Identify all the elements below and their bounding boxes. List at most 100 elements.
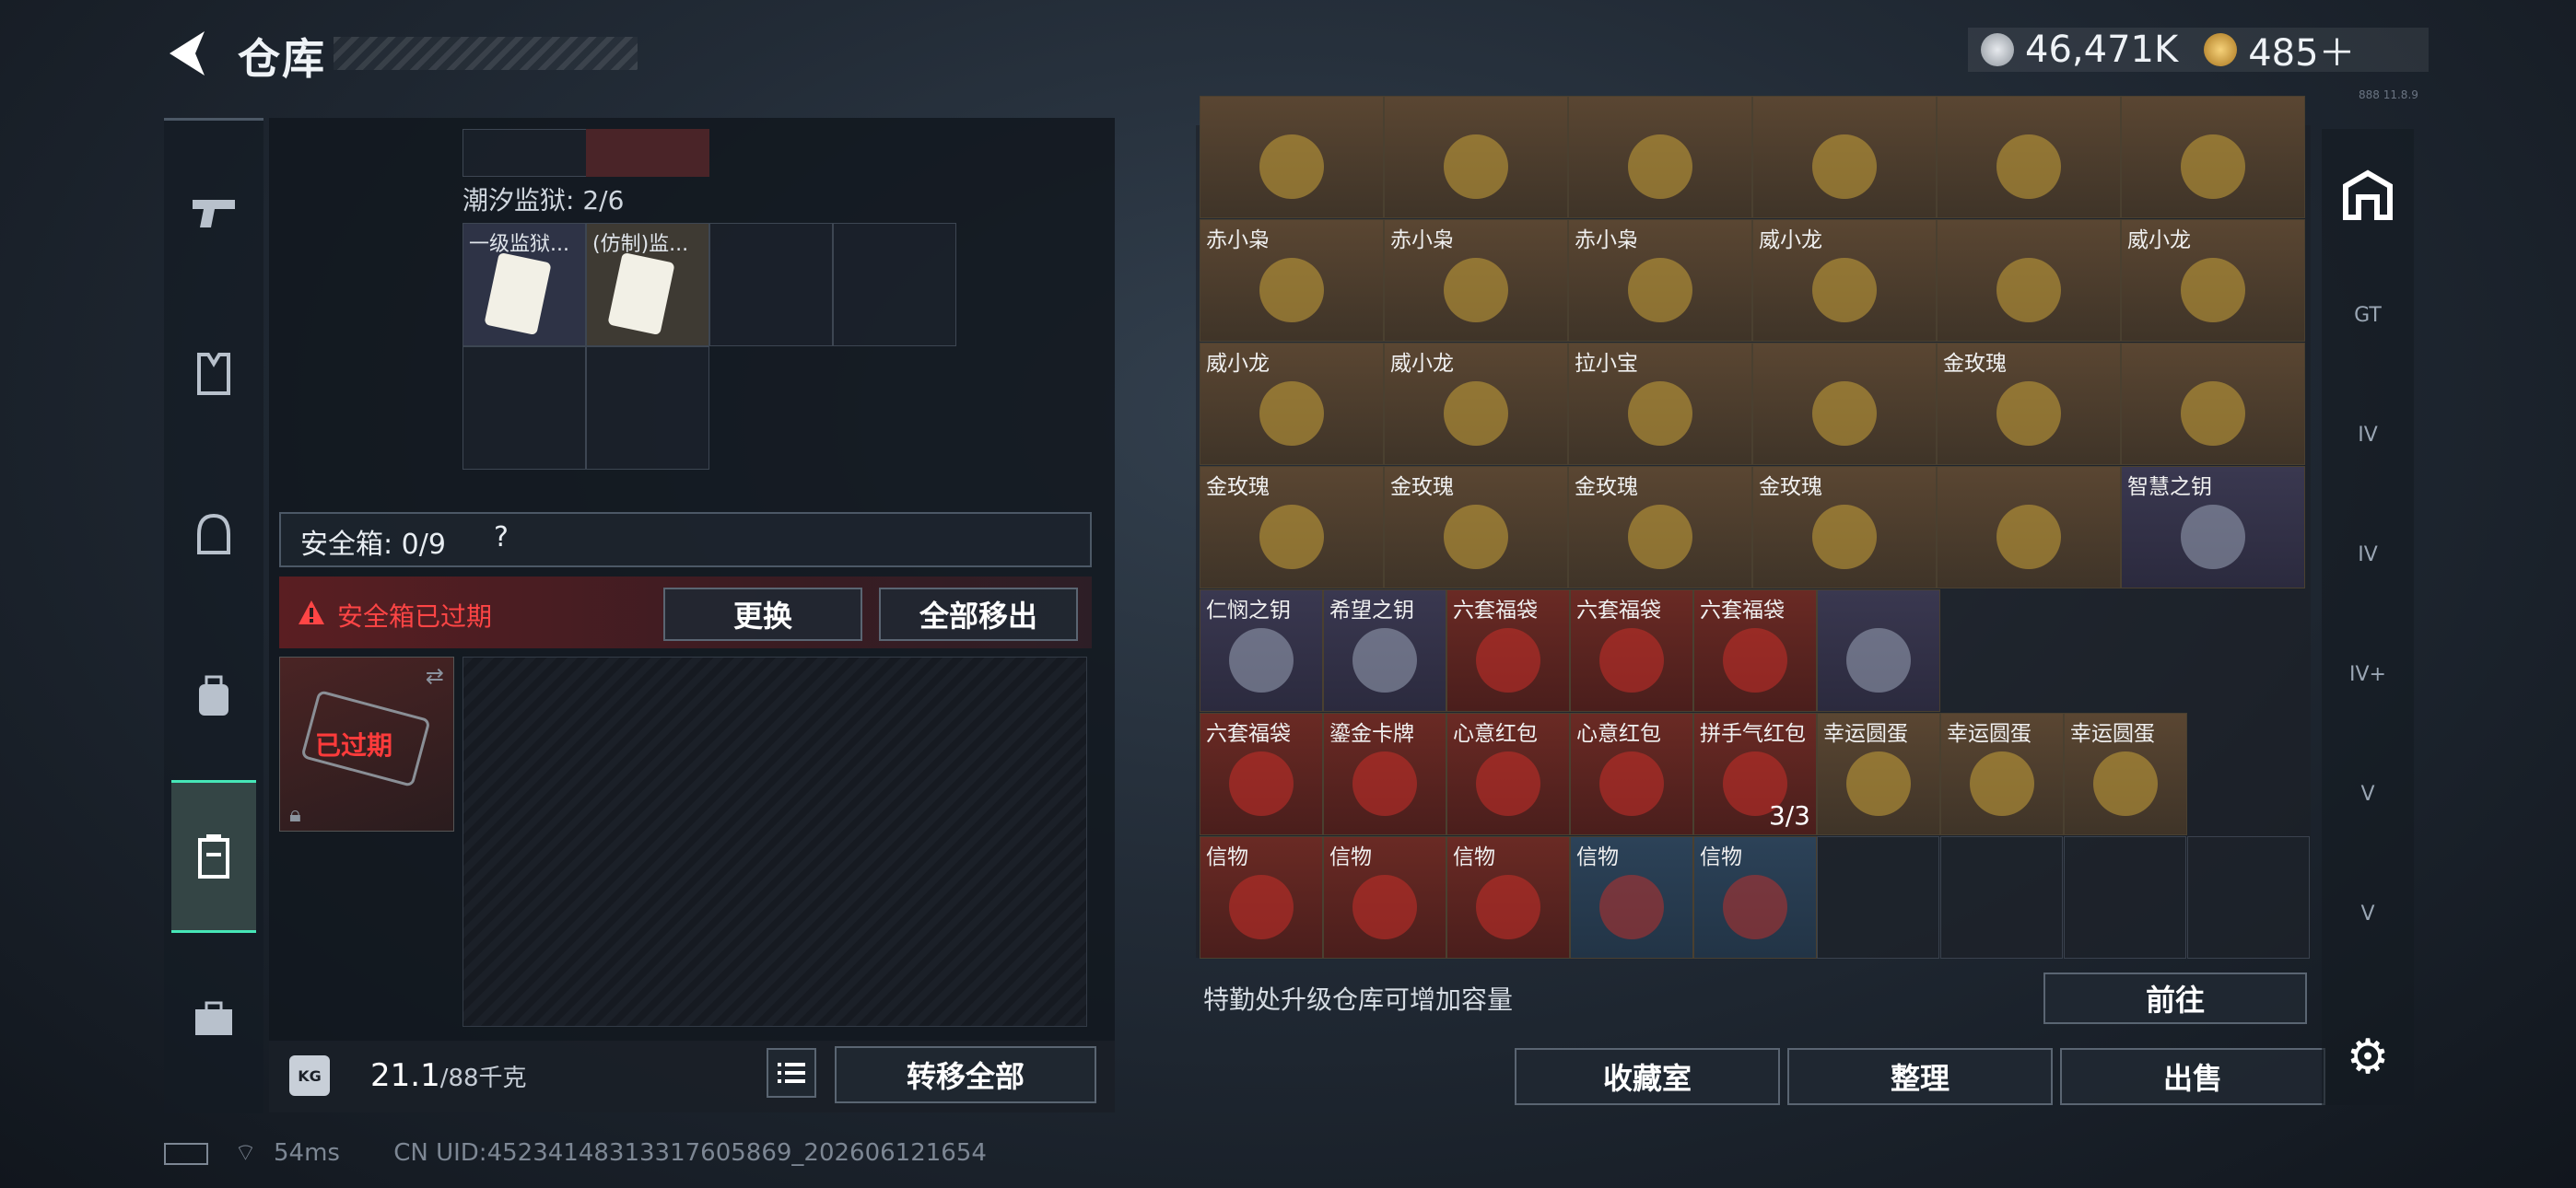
- collection-button[interactable]: 收藏室: [1515, 1048, 1780, 1105]
- toolbox-icon[interactable]: [171, 945, 256, 1092]
- storage-item[interactable]: [1200, 96, 1384, 218]
- prison-card-1[interactable]: 一级监狱...: [463, 223, 586, 346]
- storage-item[interactable]: 拉小宝: [1568, 343, 1752, 465]
- storage-item[interactable]: [1937, 96, 2121, 218]
- item-cell-top-red[interactable]: [586, 129, 709, 177]
- storage-item[interactable]: [2121, 343, 2305, 465]
- storage-item[interactable]: 幸运圆蛋: [1940, 713, 2064, 835]
- safebox-tab[interactable]: [171, 780, 256, 933]
- list-icon: [778, 1063, 805, 1083]
- move-all-button[interactable]: 全部移出: [879, 588, 1078, 641]
- prison-slot[interactable]: [463, 346, 586, 470]
- upgrade-hint: 特勤处升级仓库可增加容量: [1203, 984, 1514, 1015]
- storage-item[interactable]: 智慧之钥: [2121, 466, 2305, 588]
- replace-button[interactable]: 更换: [663, 588, 862, 641]
- armor-icon[interactable]: [171, 300, 256, 448]
- prison-card-2[interactable]: (仿制)监...: [586, 223, 709, 346]
- helmet-icon[interactable]: [171, 461, 256, 609]
- category-sidebar: [164, 118, 263, 1113]
- storage-item[interactable]: 赤小枭: [1568, 219, 1752, 342]
- storage-item[interactable]: 金玫瑰: [1200, 466, 1384, 588]
- prison-slot[interactable]: [833, 223, 956, 346]
- pistol-icon[interactable]: [171, 139, 256, 286]
- storage-item-label: 信物: [1453, 845, 1495, 869]
- storage-item[interactable]: 金玫瑰: [1937, 343, 2121, 465]
- tab-v-2[interactable]: V: [2333, 879, 2403, 949]
- safebox-icon: [198, 834, 229, 879]
- storage-item[interactable]: 心意红包: [1446, 713, 1570, 835]
- settings-gear-icon[interactable]: ⚙: [2333, 1022, 2403, 1092]
- storage-item-label: 赤小枭: [1390, 228, 1454, 252]
- back-button[interactable]: [164, 28, 210, 79]
- storage-empty-slot[interactable]: [1940, 836, 2063, 959]
- storage-item[interactable]: 拼手气红包 3/3: [1693, 713, 1817, 835]
- storage-empty-slot[interactable]: [1817, 836, 1939, 959]
- storage-item[interactable]: [1817, 589, 1940, 712]
- backpack-icon[interactable]: [171, 623, 256, 770]
- storage-item[interactable]: 心意红包: [1570, 713, 1693, 835]
- storage-item[interactable]: 六套福袋: [1693, 589, 1817, 712]
- transfer-all-button[interactable]: 转移全部: [835, 1046, 1096, 1103]
- storage-item[interactable]: 六套福袋: [1200, 713, 1323, 835]
- item-art: [2181, 134, 2245, 199]
- storage-item[interactable]: [1384, 96, 1568, 218]
- storage-item[interactable]: 幸运圆蛋: [2064, 713, 2187, 835]
- storage-item[interactable]: [1752, 343, 1937, 465]
- prison-label: 潮汐监狱: 2/6: [463, 185, 625, 215]
- tab-gt[interactable]: GT: [2333, 280, 2403, 350]
- tab-iv-plus[interactable]: IV+: [2333, 639, 2403, 709]
- storage-item[interactable]: 六套福袋: [1446, 589, 1570, 712]
- storage-empty-slot[interactable]: [2187, 836, 2310, 959]
- safebox-label: 安全箱: 0/9: [300, 529, 446, 561]
- storage-item[interactable]: [1937, 219, 2121, 342]
- storage-item[interactable]: 信物: [1446, 836, 1570, 959]
- storage-item[interactable]: 信物: [1323, 836, 1446, 959]
- item-art: [1352, 874, 1417, 939]
- storage-empty-slot[interactable]: [2064, 836, 2186, 959]
- storage-item[interactable]: 信物: [1200, 836, 1323, 959]
- prison-slot[interactable]: [586, 346, 709, 470]
- storage-item[interactable]: 信物: [1693, 836, 1817, 959]
- storage-item-label: 金玫瑰: [1943, 352, 2007, 376]
- tab-iv-1[interactable]: IV: [2333, 400, 2403, 470]
- storage-item[interactable]: [1937, 466, 2121, 588]
- item-art: [1996, 504, 2061, 569]
- gold-currency-value[interactable]: 485＋: [2248, 23, 2355, 76]
- list-view-button[interactable]: [767, 1048, 816, 1098]
- prison-slot[interactable]: [709, 223, 833, 346]
- item-art: [1628, 380, 1692, 446]
- storage-item[interactable]: 威小龙: [1200, 343, 1384, 465]
- storage-item[interactable]: 威小龙: [2121, 219, 2305, 342]
- organize-button[interactable]: 整理: [1787, 1048, 2053, 1105]
- storage-item[interactable]: [2121, 96, 2305, 218]
- storage-item[interactable]: 鎏金卡牌: [1323, 713, 1446, 835]
- help-icon[interactable]: ?: [494, 521, 509, 553]
- storage-home-icon[interactable]: [2333, 160, 2403, 230]
- storage-item-label: 仁悯之钥: [1206, 599, 1291, 623]
- sell-button[interactable]: 出售: [2060, 1048, 2325, 1105]
- storage-item[interactable]: [1752, 96, 1937, 218]
- storage-item[interactable]: 金玫瑰: [1384, 466, 1568, 588]
- storage-item[interactable]: [1568, 96, 1752, 218]
- storage-item[interactable]: 希望之钥: [1323, 589, 1446, 712]
- storage-item[interactable]: 赤小枭: [1384, 219, 1568, 342]
- tab-iv-2[interactable]: IV: [2333, 519, 2403, 589]
- goto-button[interactable]: 前往: [2043, 973, 2307, 1024]
- tab-v-1[interactable]: V: [2333, 759, 2403, 829]
- storage-item[interactable]: 幸运圆蛋: [1817, 713, 1940, 835]
- storage-item[interactable]: 金玫瑰: [1752, 466, 1937, 588]
- expired-notice: 安全箱已过期: [337, 601, 493, 632]
- safebox-item[interactable]: 已过期 ⇄ 🔒︎: [279, 657, 454, 832]
- storage-item-label: 信物: [1576, 845, 1619, 869]
- swap-icon[interactable]: ⇄: [426, 663, 444, 689]
- item-art: [1812, 134, 1877, 199]
- storage-item[interactable]: 仁悯之钥: [1200, 589, 1323, 712]
- storage-item[interactable]: 威小龙: [1752, 219, 1937, 342]
- storage-item[interactable]: 赤小枭: [1200, 219, 1384, 342]
- storage-item[interactable]: 信物: [1570, 836, 1693, 959]
- safebox-grid[interactable]: [463, 657, 1087, 1027]
- storage-item[interactable]: 金玫瑰: [1568, 466, 1752, 588]
- storage-item[interactable]: 六套福袋: [1570, 589, 1693, 712]
- currency-bar: 46,471K 485＋: [1968, 28, 2429, 75]
- storage-item[interactable]: 威小龙: [1384, 343, 1568, 465]
